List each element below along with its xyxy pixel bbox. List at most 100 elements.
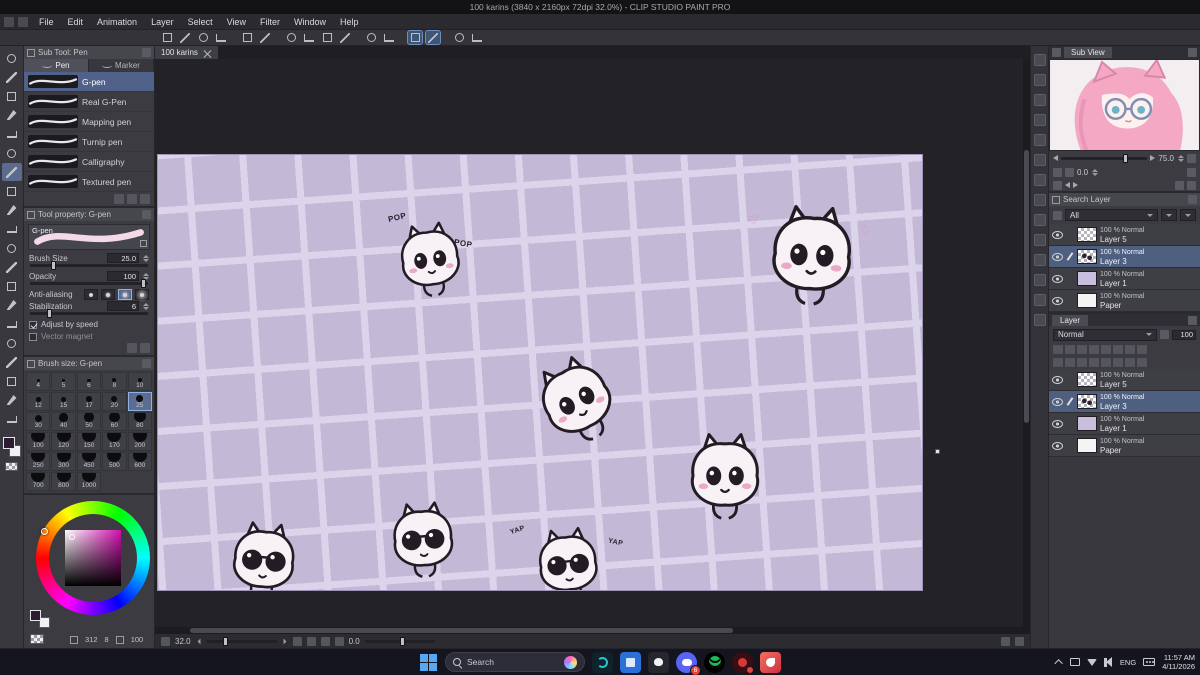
menu-help[interactable]: Help [333, 16, 366, 28]
panel-menu-icon[interactable] [1188, 195, 1197, 204]
canvas-rotate-icon[interactable] [382, 31, 396, 44]
tool-zoom[interactable] [2, 49, 22, 67]
dock-history-icon[interactable] [1033, 314, 1046, 326]
language-indicator[interactable]: ENG [1120, 658, 1136, 667]
flip-horizontal-icon[interactable] [1053, 167, 1062, 177]
clear-image-icon[interactable] [1187, 180, 1196, 190]
dock-3d-material-icon[interactable] [1033, 134, 1046, 146]
options-dropdown[interactable] [1180, 209, 1196, 221]
subtool-textured-pen[interactable]: Textured pen [24, 172, 154, 192]
tool-line-correction[interactable] [2, 410, 22, 428]
visibility-eye-icon[interactable] [1052, 295, 1063, 306]
brush-size-80[interactable]: 80 [127, 412, 152, 431]
fit-icon[interactable] [1187, 153, 1196, 163]
menu-edit[interactable]: Edit [61, 16, 91, 28]
tool-fill[interactable] [2, 296, 22, 314]
dock-monochrome-pattern-icon[interactable] [1033, 194, 1046, 206]
stabilization-stepper[interactable] [143, 302, 149, 310]
brush-size-170[interactable]: 170 [102, 432, 127, 451]
blend-mode-dropdown[interactable]: Normal [1053, 328, 1157, 341]
horizontal-scroll-thumb[interactable] [190, 628, 733, 633]
dock-sub-view-dock-icon[interactable] [1033, 274, 1046, 286]
special-ruler-snap-icon[interactable] [470, 31, 484, 44]
navigator-icon[interactable] [161, 636, 170, 646]
brush-size-120[interactable]: 120 [51, 432, 76, 451]
brush-size-250[interactable]: 250 [26, 452, 51, 471]
transparent-pixel-lock-icon[interactable] [1065, 345, 1075, 354]
brush-size-60[interactable]: 60 [102, 412, 127, 431]
taskbar-app-discord[interactable]: 6 [676, 651, 701, 675]
save-file-icon[interactable] [214, 31, 228, 44]
flip-vertical-icon[interactable] [1065, 167, 1074, 177]
layer-mask-icon[interactable] [1113, 345, 1123, 354]
zoom-left-arrow-icon[interactable] [1053, 155, 1058, 161]
tool-figure[interactable] [2, 334, 22, 352]
hue-marker[interactable] [41, 528, 48, 535]
grid-toggle-icon[interactable] [1015, 636, 1024, 646]
new-file-icon[interactable] [178, 31, 192, 44]
dock-illustration-material-icon[interactable] [1033, 94, 1046, 106]
new-folder-icon[interactable] [1077, 358, 1087, 367]
layer-row-layer-3[interactable]: 100 % Normal Layer 3 [1049, 391, 1200, 413]
add-subtool-icon[interactable] [114, 194, 124, 204]
menu-view[interactable]: View [220, 16, 253, 28]
dock-manga-material-icon[interactable] [1033, 114, 1046, 126]
taskbar-app-paint-tool[interactable] [620, 651, 641, 673]
tool-lasso[interactable] [2, 106, 22, 124]
brush-size-200[interactable]: 200 [127, 432, 152, 451]
tool-frame-border[interactable] [2, 353, 22, 371]
brush-size-stepper[interactable] [143, 254, 149, 262]
taskbar-clock[interactable]: 11:57 AM 4/11/2026 [1162, 653, 1195, 672]
tray-chevron-up-icon[interactable] [1054, 659, 1063, 668]
visibility-eye-icon[interactable] [1052, 273, 1063, 284]
layer-row-layer-3[interactable]: 100 % Normal Layer 3 [1049, 246, 1200, 268]
tool-pen[interactable] [1, 163, 22, 181]
aa-none-button[interactable] [84, 289, 98, 300]
brush-size-20[interactable]: 20 [102, 392, 127, 411]
rotate-right-icon[interactable] [334, 636, 344, 646]
taskbar-app-music[interactable] [732, 651, 754, 674]
brush-size-450[interactable]: 450 [76, 452, 102, 471]
stabilization-slider[interactable] [30, 309, 148, 318]
tab-pen[interactable]: Pen [24, 59, 89, 72]
lock-layer-icon[interactable] [1077, 345, 1087, 354]
open-image-icon[interactable] [1175, 180, 1184, 190]
dock-material-icon[interactable] [1033, 74, 1046, 86]
panel-menu-icon[interactable] [142, 359, 151, 368]
brush-size-500[interactable]: 500 [102, 452, 127, 471]
open-file-icon[interactable] [196, 31, 210, 44]
brush-size-4[interactable]: 4 [26, 372, 51, 391]
aa-strong-button[interactable] [135, 289, 149, 300]
previous-image-icon[interactable] [1065, 182, 1070, 188]
sub-view-zoom-stepper[interactable] [1178, 154, 1184, 162]
brush-size-25[interactable]: 25 [127, 392, 152, 411]
tool-decoration[interactable] [2, 239, 22, 257]
sub-view-angle-stepper[interactable] [1092, 168, 1099, 176]
wrench-icon[interactable] [127, 343, 137, 353]
volume-icon[interactable] [1103, 656, 1113, 667]
tool-brush[interactable] [2, 201, 22, 219]
transparent-color-swatch[interactable] [30, 634, 44, 644]
ruler-snap-icon[interactable] [452, 31, 466, 44]
visibility-eye-icon[interactable] [1052, 374, 1063, 385]
brush-size-30[interactable]: 30 [26, 412, 51, 431]
zoom-in-icon[interactable] [283, 638, 287, 644]
menu-animation[interactable]: Animation [90, 16, 144, 28]
delete-subtool-icon[interactable] [140, 194, 150, 204]
zoom-out-icon[interactable] [197, 638, 201, 644]
panel-menu-icon[interactable] [1188, 48, 1197, 57]
brush-size-600[interactable]: 600 [127, 452, 152, 471]
paste-icon[interactable] [320, 31, 334, 44]
menu-filter[interactable]: Filter [253, 16, 287, 28]
tab-marker[interactable]: Marker [89, 59, 154, 72]
taskbar-app-spotify[interactable] [704, 651, 725, 673]
brush-size-12[interactable]: 12 [26, 392, 51, 411]
enable-keyframe-icon[interactable] [1089, 345, 1099, 354]
brush-size-15[interactable]: 15 [51, 392, 76, 411]
stabilization-value[interactable]: 6 [107, 301, 139, 311]
layer-row-paper[interactable]: 100 % Normal Paper [1049, 290, 1200, 312]
workspace-icon[interactable] [4, 16, 14, 27]
horizontal-scrollbar[interactable] [155, 627, 1030, 634]
opacity-value[interactable]: 100 [107, 271, 139, 281]
canvas-handle-dot[interactable] [935, 449, 940, 454]
